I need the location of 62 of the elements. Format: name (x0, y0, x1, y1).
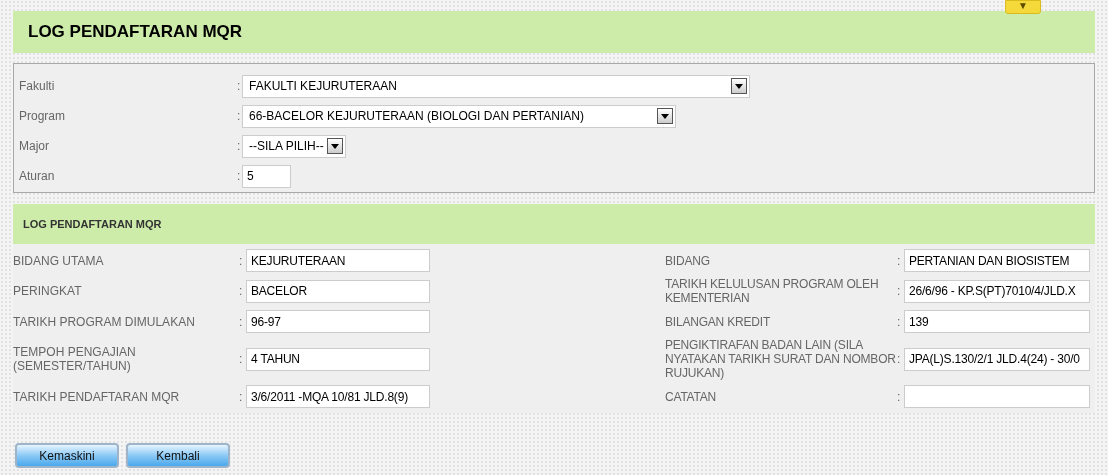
field-label: PENGIKTIRAFAN BADAN LAIN (SILA NYATAKAN TARIKH SURAT DAN NOMBOR RUJUKAN) (665, 338, 897, 380)
input-field[interactable]: 3/6/2011 -MQA 10/81 JLD.8(9) (246, 385, 430, 408)
field-label: PERINGKAT (13, 284, 83, 298)
colon: : (237, 108, 242, 125)
colon: : (897, 283, 902, 300)
page-title: LOG PENDAFTARAN MQR (28, 21, 243, 44)
caret-icon (731, 78, 747, 94)
field-value: KEJURUTERAAN (251, 252, 346, 270)
field-label: Aturan (19, 168, 56, 185)
action-button[interactable]: Kembali (126, 443, 230, 468)
action-button[interactable]: Kemaskini (15, 443, 119, 468)
field-label: BILANGAN KREDIT (665, 314, 772, 329)
colon: : (239, 313, 244, 331)
input-field[interactable]: KEJURUTERAAN (246, 249, 430, 272)
dropdown[interactable]: FAKULTI KEJURUTERAAN (242, 74, 750, 98)
dropdown-value: 66-BACELOR KEJURUTERAAN (BIOLOGI DAN PERTANIAN) (249, 108, 584, 125)
section-title: LOG PENDAFTARAN MQR (23, 216, 162, 232)
colon: : (897, 313, 902, 331)
field-value: 3/6/2011 -MQA 10/81 JLD.8(9) (251, 388, 408, 406)
field-label: TARIKH KELULUSAN PROGRAM OLEH KEMENTERIAN (665, 277, 880, 305)
colon: : (239, 388, 244, 406)
colon: : (897, 388, 902, 406)
field-label: Major (19, 138, 50, 155)
field-label: TARIKH PROGRAM DIMULAKAN (13, 314, 196, 329)
field-label: CATATAN (665, 389, 718, 404)
dropdown-value: --SILA PILIH-- (249, 138, 324, 155)
colon: : (897, 351, 902, 368)
input-field[interactable] (904, 385, 1090, 408)
caret-icon (657, 108, 673, 124)
field-label: Fakulti (19, 78, 56, 95)
dropdown-value: FAKULTI KEJURUTERAAN (249, 78, 397, 95)
colon: : (239, 283, 244, 300)
input-field[interactable]: 4 TAHUN (246, 347, 430, 371)
field-label: Program (19, 108, 66, 125)
input-field[interactable]: 26/6/96 - KP.S(PT)7010/4/JLD.X (904, 279, 1090, 303)
input-field[interactable]: PERTANIAN DAN BIOSISTEM (904, 249, 1090, 272)
field-value: 96-97 (251, 313, 281, 331)
dropdown[interactable]: 66-BACELOR KEJURUTERAAN (BIOLOGI DAN PERTANIAN) (242, 104, 676, 128)
field-value: 26/6/96 - KP.S(PT)7010/4/JLD.X (909, 283, 1076, 300)
colon: : (237, 78, 242, 95)
colon: : (897, 252, 902, 270)
field-value: 4 TAHUN (251, 351, 300, 368)
field-label: BIDANG (665, 253, 711, 268)
input-field[interactable]: JPA(L)S.130/2/1 JLD.4(24) - 30/0 (904, 347, 1090, 371)
field-value: 139 (909, 313, 929, 331)
input-field[interactable]: BACELOR (246, 279, 430, 303)
field-label: TEMPOH PENGAJIAN (SEMESTER/TAHUN) (13, 345, 137, 373)
field-value: PERTANIAN DAN BIOSISTEM (909, 252, 1070, 270)
input-field[interactable]: 5 (242, 164, 291, 188)
colon: : (239, 252, 244, 270)
colon: : (237, 138, 242, 155)
field-label: TARIKH PENDAFTARAN MQR (13, 389, 181, 404)
caret-icon (327, 138, 343, 154)
input-field[interactable]: 139 (904, 310, 1090, 333)
colon: : (239, 351, 244, 368)
dropdown[interactable]: --SILA PILIH-- (242, 134, 346, 158)
field-value: JPA(L)S.130/2/1 JLD.4(24) - 30/0 (909, 351, 1080, 368)
field-value: BACELOR (251, 283, 307, 300)
input-field[interactable]: 96-97 (246, 310, 430, 333)
toggle-button[interactable]: ▼ (1005, 0, 1041, 14)
field-label: BIDANG UTAMA (13, 253, 105, 268)
colon: : (237, 168, 242, 185)
